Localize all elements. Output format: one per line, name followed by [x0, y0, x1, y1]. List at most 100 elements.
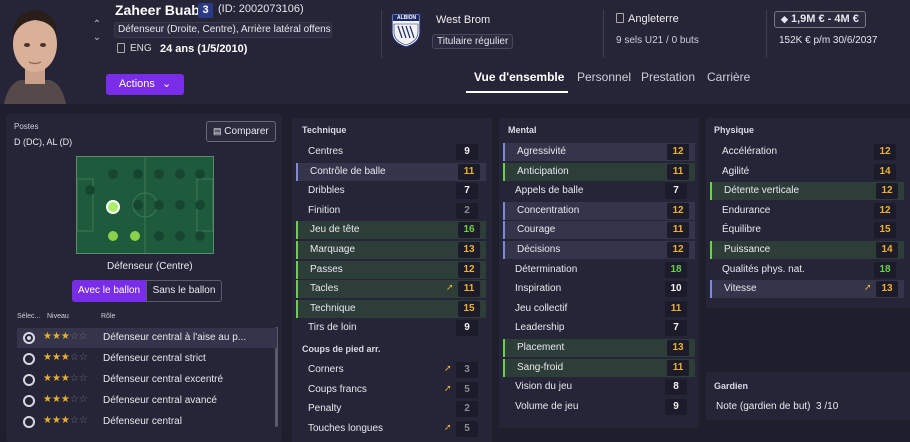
attribute-row[interactable]: Endurance 12	[710, 202, 904, 220]
attribute-row[interactable]: Tirs de loin 9	[296, 319, 486, 337]
attribute-row[interactable]: Détermination 18	[503, 261, 695, 279]
pitch-position-dot[interactable]	[195, 200, 205, 210]
attribute-row[interactable]: Leadership 7	[503, 319, 695, 337]
role-row[interactable]: ★★★☆☆ Défenseur central avancé	[17, 391, 277, 411]
attribute-row[interactable]: Vision du jeu 8	[503, 378, 695, 396]
attribute-row[interactable]: Accélération 12	[710, 143, 904, 161]
attribute-row[interactable]: Sang-froid 11	[503, 358, 695, 377]
attribute-row[interactable]: Jeu de tête 16	[296, 221, 486, 240]
attribute-value: 3	[456, 362, 478, 378]
attribute-value: 8	[665, 379, 687, 396]
pitch-position-good-dot[interactable]	[130, 231, 140, 241]
attribute-row[interactable]: Placement 13	[503, 339, 695, 357]
tab-performance[interactable]: Prestation	[641, 70, 695, 84]
next-player-icon[interactable]: ⌄	[92, 33, 102, 43]
role-row[interactable]: ★★★☆☆ Défenseur central excentré	[17, 370, 277, 390]
col-select-header: Sélec...	[17, 313, 41, 320]
attribute-row[interactable]: Équilibre 15	[710, 221, 904, 239]
tab-personal[interactable]: Personnel	[577, 70, 631, 84]
attribute-row[interactable]: Agilité 14	[710, 163, 904, 181]
club-name[interactable]: West Brom	[436, 14, 490, 26]
attribute-row[interactable]: Contrôle de balle 11	[296, 162, 486, 181]
compare-button[interactable]: ▤ Comparer	[206, 121, 276, 142]
attribute-value: 15	[874, 222, 896, 239]
pitch-position-dot[interactable]	[133, 169, 143, 179]
attribute-row[interactable]: Jeu collectif 11	[503, 300, 695, 318]
attribute-row[interactable]: Centres 9	[296, 143, 486, 161]
attribute-value: 12	[874, 202, 896, 219]
attribute-row[interactable]: Anticipation 11	[503, 162, 695, 181]
divider	[381, 10, 382, 58]
pitch-position-selected-dot[interactable]	[106, 200, 120, 214]
pitch-position-dot[interactable]	[154, 169, 164, 179]
pitch-position-dot[interactable]	[85, 185, 95, 195]
pitch-position-dot[interactable]	[175, 231, 185, 241]
role-row[interactable]: ★★★☆☆ Défenseur central à l'aise au p...	[17, 328, 277, 348]
pitch-position-dot[interactable]	[195, 231, 205, 241]
pitch-position-good-dot[interactable]	[108, 231, 118, 241]
active-tab-indicator	[466, 91, 568, 93]
role-row[interactable]: ★★★☆☆ Défenseur central	[17, 412, 277, 432]
with-ball-toggle[interactable]: Avec le ballon	[72, 280, 146, 302]
postes-value: D (DC), AL (D)	[14, 137, 73, 147]
radio-unselected[interactable]	[23, 353, 35, 365]
radio-unselected[interactable]	[23, 416, 35, 428]
attribute-row[interactable]: Passes 12	[296, 260, 486, 279]
attribute-row[interactable]: Coups francs ➚ 5	[296, 381, 486, 399]
attribute-row[interactable]: Agressivité 12	[503, 143, 695, 161]
player-avatar	[0, 0, 70, 104]
attribute-row[interactable]: Dribbles 7	[296, 182, 486, 200]
attribute-label: Vitesse	[724, 283, 757, 295]
attribute-row[interactable]: Détente verticale 12	[710, 182, 904, 201]
radio-selected[interactable]	[23, 332, 35, 344]
tab-overview[interactable]: Vue d'ensemble	[474, 70, 564, 84]
attribute-row[interactable]: Inspiration 10	[503, 280, 695, 298]
attribute-value: 10	[665, 281, 687, 298]
attribute-row[interactable]: Concentration 12	[503, 201, 695, 220]
attribute-row[interactable]: Penalty 2	[296, 400, 486, 418]
attribute-row[interactable]: Volume de jeu 9	[503, 398, 695, 416]
attribute-value: 13	[876, 281, 898, 298]
attribute-value: 15	[458, 300, 480, 317]
attribute-row[interactable]: Vitesse ➚ 13	[710, 280, 904, 299]
pitch-position-dot[interactable]	[175, 200, 185, 210]
attribute-label: Vision du jeu	[515, 381, 573, 393]
star-rating-icon: ★★★☆☆	[43, 394, 88, 405]
role-row[interactable]: ★★★☆☆ Défenseur central strict	[17, 349, 277, 369]
pitch-position-dot[interactable]	[154, 231, 164, 241]
goalkeeper-panel	[706, 372, 910, 420]
attribute-row[interactable]: Qualités phys. nat. 18	[710, 261, 904, 279]
pitch-position-dot[interactable]	[195, 169, 205, 179]
radio-unselected[interactable]	[23, 395, 35, 407]
attribute-row[interactable]: Marquage 13	[296, 241, 486, 259]
attribute-row[interactable]: Finition 2	[296, 202, 486, 220]
attribute-row[interactable]: Tacles ➚ 11	[296, 280, 486, 299]
star-rating-icon: ★★★☆☆	[43, 373, 88, 384]
goalkeeper-title: Gardien	[714, 381, 749, 391]
attribute-row[interactable]: Corners ➚ 3	[296, 361, 486, 379]
attribute-value: 7	[665, 320, 687, 337]
club-badge-icon[interactable]: ALBION	[390, 12, 422, 48]
attribute-row[interactable]: Puissance 14	[710, 241, 904, 259]
pitch-position-dot[interactable]	[154, 200, 164, 210]
attribute-row[interactable]: Touches longues ➚ 5	[296, 420, 486, 438]
pitch-position-dot[interactable]	[133, 200, 143, 210]
attribute-row[interactable]: Courage 11	[503, 221, 695, 240]
attribute-value: 2	[456, 202, 478, 219]
intl-country[interactable]: Angleterre	[628, 13, 679, 25]
attribute-value: 7	[456, 183, 478, 200]
pitch-position-dot[interactable]	[108, 169, 118, 179]
attribute-row[interactable]: Appels de balle 7	[503, 182, 695, 200]
attribute-value: 14	[874, 163, 896, 180]
radio-unselected[interactable]	[23, 374, 35, 386]
without-ball-toggle[interactable]: Sans le ballon	[146, 280, 222, 302]
physique-title: Physique	[714, 125, 755, 135]
previous-player-icon[interactable]: ⌃	[92, 20, 102, 30]
tab-career[interactable]: Carrière	[707, 70, 750, 84]
actions-button[interactable]: Actions ⌄	[106, 74, 184, 95]
role-name: Défenseur central strict	[103, 353, 206, 364]
attribute-label: Agilité	[722, 165, 750, 177]
pitch-position-dot[interactable]	[175, 169, 185, 179]
attribute-row[interactable]: Décisions 12	[503, 241, 695, 259]
attribute-row[interactable]: Technique 15	[296, 299, 486, 318]
